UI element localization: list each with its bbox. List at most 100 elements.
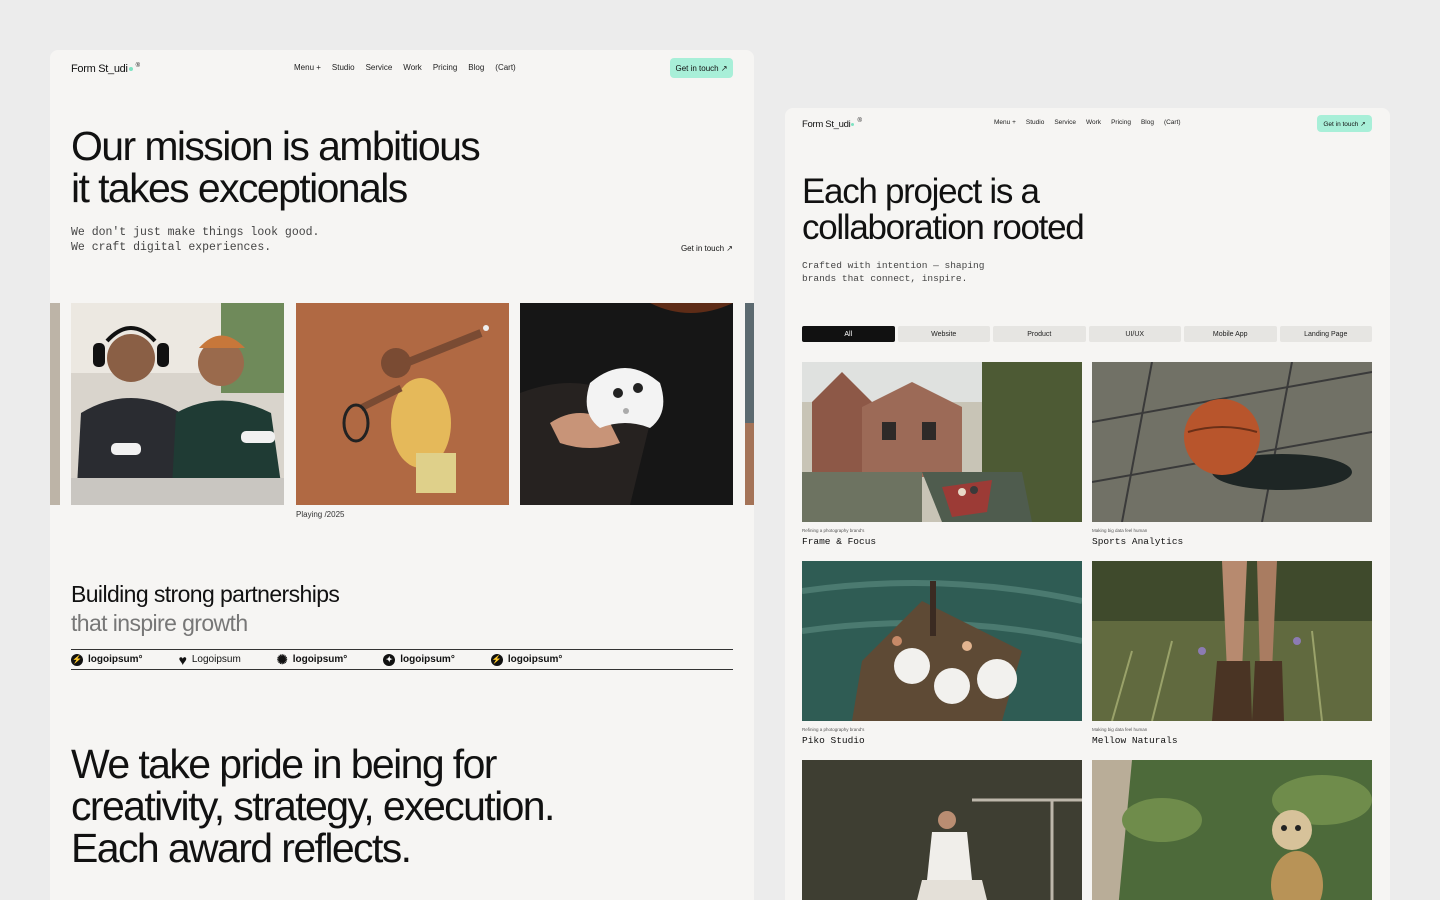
project-title: Mellow Naturals xyxy=(1092,735,1178,746)
brand-logo[interactable]: Form St_udi ® xyxy=(71,63,140,75)
partner-logo-label: Logoipsum xyxy=(191,654,241,665)
star-icon: ✦ xyxy=(383,653,396,666)
get-in-touch-button[interactable]: Get in touch ↗ xyxy=(670,58,733,78)
hero-subtitle: We don't just make things look good. We … xyxy=(71,225,319,255)
filter-ui-ux[interactable]: UI/UX xyxy=(1088,326,1181,342)
partner-logo-5[interactable]: ⚡ logoipsum° xyxy=(490,653,563,666)
project-image-boat[interactable] xyxy=(802,561,1082,721)
project-kicker: Making big data feel human xyxy=(1092,727,1148,732)
nav-menu: Menu + Studio Service Work Pricing Blog … xyxy=(294,63,516,72)
project-card[interactable]: Making big data feel human Sports Analyt… xyxy=(1092,362,1372,547)
partner-logo-label: logoipsum° xyxy=(292,654,348,665)
work-hero-subtitle-line-2: brands that connect, inspire. xyxy=(802,273,968,284)
partner-logos: ⚡ logoipsum° ♥ Logoipsum ✺ logoipsum° ✦ … xyxy=(71,649,733,670)
bolt-icon: ⚡ xyxy=(490,653,503,666)
logo-registered-mark: ® xyxy=(857,118,862,124)
nav-menu: Menu + Studio Service Work Pricing Blog … xyxy=(994,119,1181,126)
awards-heading-line-3: Each award reflects. xyxy=(71,825,412,871)
gallery-image-partial-right xyxy=(745,303,754,505)
project-title: Frame & Focus xyxy=(802,536,877,547)
nav-item-pricing[interactable]: Pricing xyxy=(1111,119,1131,126)
project-image-canal[interactable] xyxy=(802,362,1082,522)
nav-item-blog[interactable]: Blog xyxy=(468,63,484,72)
project-card[interactable]: Refining a photography brand's Piko Stud… xyxy=(802,561,1082,746)
nav-item-cart[interactable]: (Cart) xyxy=(1164,119,1181,126)
project-kicker: Refining a photography brand's xyxy=(802,528,865,533)
image-gallery[interactable] xyxy=(50,303,754,505)
partner-logo-3[interactable]: ✺ logoipsum° xyxy=(276,651,348,667)
logo-dot-icon xyxy=(128,67,133,71)
partner-logo-label: logoipsum° xyxy=(88,654,143,665)
gallery-image-gamers[interactable] xyxy=(71,303,284,505)
filter-landing-page[interactable]: Landing Page xyxy=(1279,326,1372,342)
nav-item-work[interactable]: Work xyxy=(403,63,422,72)
sun-icon: ✺ xyxy=(276,651,288,667)
logo-registered-mark: ® xyxy=(135,63,140,69)
partners-heading: Building strong partnerships that inspir… xyxy=(71,580,340,638)
awards-heading-line-1: We take pride in being for xyxy=(71,741,497,787)
project-card[interactable]: Refining a photography brand's Frame & F… xyxy=(802,362,1082,547)
project-card[interactable]: Making big data feel human Mellow Natura… xyxy=(1092,561,1372,746)
partners-heading-line-1: Building strong partnerships xyxy=(71,581,340,607)
partner-logo-label: logoipsum° xyxy=(400,654,455,665)
nav-item-work[interactable]: Work xyxy=(1086,119,1101,126)
project-image-basketball[interactable] xyxy=(1092,362,1372,522)
hero-title: Our mission is ambitious it takes except… xyxy=(71,125,591,209)
filter-website[interactable]: Website xyxy=(897,326,990,342)
brand-logo[interactable]: Form St_udi ® xyxy=(802,118,862,130)
hero-title-line-2: it takes exceptionals xyxy=(71,165,408,211)
project-title: Piko Studio xyxy=(802,735,865,746)
hero-subtitle-line-2: We craft digital experiences. xyxy=(71,241,272,254)
logo-text: Form St_udi xyxy=(802,118,851,130)
studio-home-page: Form St_udi ® Menu + Studio Service Work … xyxy=(50,50,754,900)
hero-subtitle-line-1: We don't just make things look good. xyxy=(71,226,320,239)
logo-dot-icon xyxy=(851,122,855,126)
partner-logo-2[interactable]: ♥ Logoipsum xyxy=(178,651,241,668)
gallery-caption: Playing /2025 xyxy=(296,510,345,519)
top-nav: Form St_udi ® Menu + Studio Service Work … xyxy=(71,58,733,78)
partner-logo-1[interactable]: ⚡ logoipsum° xyxy=(71,653,143,666)
project-card[interactable] xyxy=(802,760,1082,900)
nav-item-menu[interactable]: Menu + xyxy=(994,119,1016,126)
partner-logo-label: logoipsum° xyxy=(507,654,563,665)
awards-heading-line-2: creativity, strategy, execution. xyxy=(71,783,555,829)
bolt-icon: ⚡ xyxy=(71,653,83,666)
project-card[interactable] xyxy=(1092,760,1372,900)
nav-item-service[interactable]: Service xyxy=(1054,119,1076,126)
filter-all[interactable]: All xyxy=(802,326,895,342)
project-image-grass[interactable] xyxy=(1092,561,1372,721)
get-in-touch-button[interactable]: Get in touch ↗ xyxy=(1317,115,1372,132)
gallery-image-partial-left xyxy=(50,303,60,505)
gallery-image-controller[interactable] xyxy=(520,303,733,505)
awards-heading: We take pride in being for creativity, s… xyxy=(71,743,671,869)
gallery-image-tennis[interactable] xyxy=(296,303,509,505)
work-hero-title-line-2: collaboration rooted xyxy=(802,208,1085,247)
heart-icon: ♥ xyxy=(178,651,187,668)
nav-item-studio[interactable]: Studio xyxy=(1026,119,1044,126)
work-hero-title: Each project is a collaboration rooted xyxy=(802,174,1132,246)
project-kicker: Making big data feel human xyxy=(1092,528,1148,533)
hero-title-line-1: Our mission is ambitious xyxy=(71,123,481,169)
studio-work-page: Form St_udi ® Menu + Studio Service Work … xyxy=(785,108,1390,900)
project-kicker: Refining a photography brand's xyxy=(802,727,865,732)
work-hero-subtitle-line-1: Crafted with intention — shaping xyxy=(802,260,985,271)
filter-mobile-app[interactable]: Mobile App xyxy=(1184,326,1277,342)
work-hero-title-line-1: Each project is a xyxy=(802,172,1040,211)
nav-item-studio[interactable]: Studio xyxy=(332,63,355,72)
nav-item-blog[interactable]: Blog xyxy=(1141,119,1154,126)
logo-text: Form St_udi xyxy=(71,63,128,75)
category-filters: All Website Product UI/UX Mobile App Lan… xyxy=(802,326,1372,342)
nav-item-cart[interactable]: (Cart) xyxy=(495,63,515,72)
filter-product[interactable]: Product xyxy=(993,326,1086,342)
partners-heading-line-2: that inspire growth xyxy=(71,610,248,636)
nav-item-pricing[interactable]: Pricing xyxy=(433,63,457,72)
project-image-monkey[interactable] xyxy=(1092,760,1372,900)
partner-logo-4[interactable]: ✦ logoipsum° xyxy=(383,653,455,666)
top-nav: Form St_udi ® Menu + Studio Service Work … xyxy=(802,115,1372,132)
project-image-dock[interactable] xyxy=(802,760,1082,900)
project-title: Sports Analytics xyxy=(1092,536,1184,547)
nav-item-service[interactable]: Service xyxy=(366,63,393,72)
nav-item-menu[interactable]: Menu + xyxy=(294,63,321,72)
get-in-touch-link[interactable]: Get in touch ↗ xyxy=(681,244,733,253)
work-hero-subtitle: Crafted with intention — shaping brands … xyxy=(802,259,984,285)
